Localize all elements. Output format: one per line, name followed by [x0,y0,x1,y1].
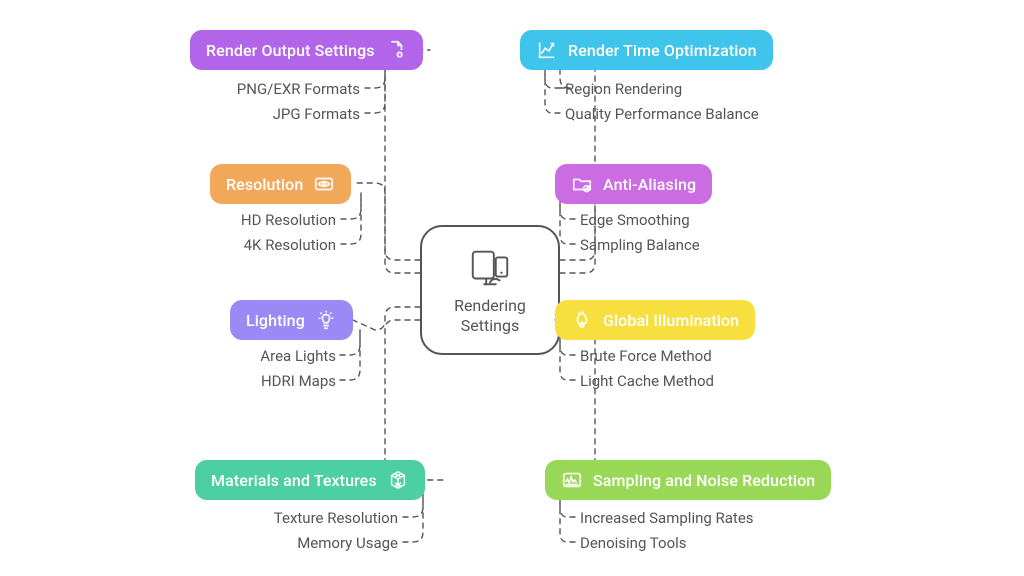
pill-render-output: Render Output Settings [190,30,423,70]
flame-icon [571,309,593,331]
sub-item: Brute Force Method [580,347,712,365]
pill-label: Sampling and Noise Reduction [593,471,815,490]
pill-lighting: Lighting [230,300,353,340]
pill-anti-aliasing: Anti-Aliasing [555,164,712,204]
sub-item: Edge Smoothing [580,211,690,229]
pill-global-illum: Global Illumination [555,300,755,340]
pill-label: Render Time Optimization [568,41,757,60]
pill-label: Resolution [226,175,303,194]
sub-item: Area Lights [260,347,336,365]
pill-label: Materials and Textures [211,471,377,490]
eye-card-icon [313,173,335,195]
sub-item: Denoising Tools [580,534,687,552]
sub-item: HDRI Maps [261,372,336,390]
pill-materials: Materials and Textures [195,460,425,500]
center-node: Rendering Settings [420,225,560,355]
pill-sampling: Sampling and Noise Reduction [545,460,831,500]
pill-label: Global Illumination [603,311,739,330]
pill-label: Anti-Aliasing [603,175,696,194]
sub-item: Quality Performance Balance [565,105,759,123]
sub-item: Texture Resolution [274,509,398,527]
devices-icon [467,244,513,290]
sub-item: Light Cache Method [580,372,714,390]
sub-item: HD Resolution [241,211,336,229]
sub-item: Region Rendering [565,80,682,98]
bulb-icon [315,309,337,331]
sub-item: JPG Formats [273,105,360,123]
center-label: Rendering Settings [454,296,526,336]
pill-render-time: Render Time Optimization [520,30,773,70]
sub-item: Increased Sampling Rates [580,509,754,527]
sub-item: 4K Resolution [244,236,336,254]
mesh-icon [387,469,409,491]
sub-item: PNG/EXR Formats [237,80,360,98]
pill-label: Lighting [246,311,305,330]
pill-resolution: Resolution [210,164,351,204]
file-settings-icon [385,39,407,61]
waveform-card-icon [561,469,583,491]
line-chart-icon [536,39,558,61]
sub-item: Sampling Balance [580,236,700,254]
folder-block-icon [571,173,593,195]
sub-item: Memory Usage [297,534,398,552]
pill-label: Render Output Settings [206,41,375,60]
